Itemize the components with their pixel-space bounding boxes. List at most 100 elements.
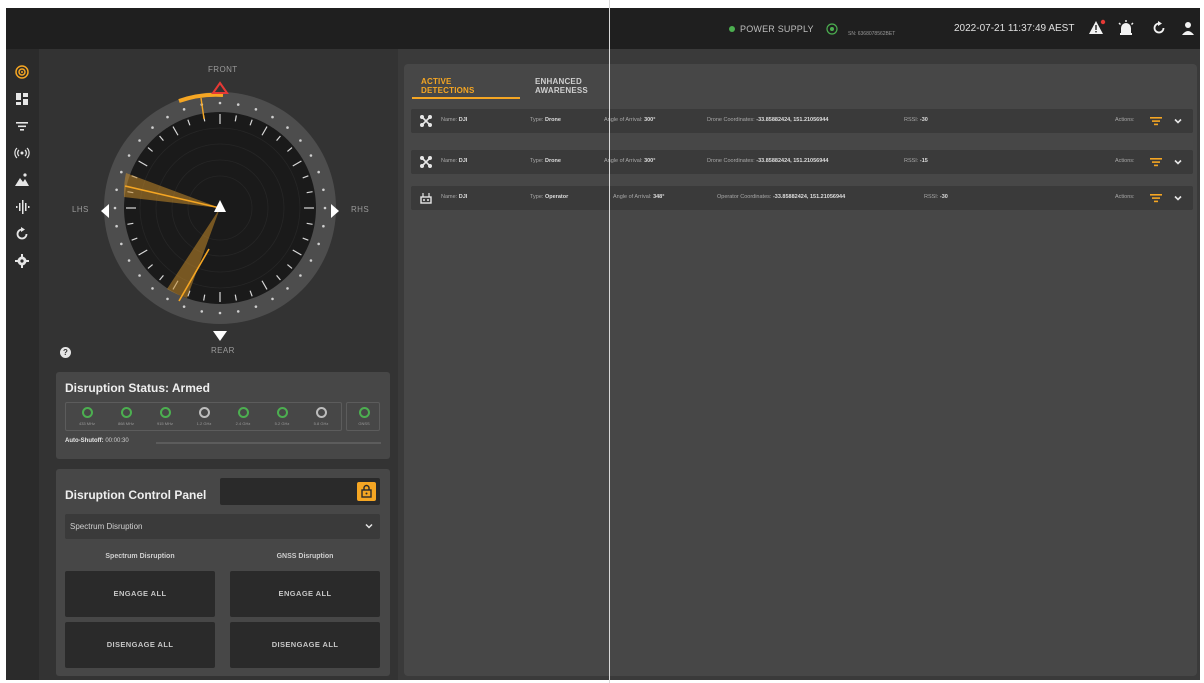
detection-row[interactable]: Name: DJI Type: Drone Angle of Arrival: … [411, 109, 1193, 133]
band-label: 5.2 GHz [274, 421, 290, 426]
filter-icon[interactable] [1150, 157, 1162, 167]
terrain-icon[interactable] [14, 172, 30, 188]
detection-name: Name: DJI [441, 117, 468, 123]
gnss-status-icon [359, 407, 370, 418]
detections-panel: ACTIVE DETECTIONS ENHANCED AWARENESS Nam… [404, 64, 1197, 676]
radar-degree-mark [236, 310, 240, 313]
gnss-disengage-all-button[interactable]: DISENGAGE ALL [230, 622, 380, 668]
lock-button[interactable] [357, 482, 376, 501]
sensor-icon[interactable] [14, 64, 30, 80]
tab-enhanced-awareness[interactable]: ENHANCED AWARENESS [535, 77, 588, 95]
user-icon[interactable] [1179, 19, 1197, 37]
rhs-label: RHS [351, 205, 370, 214]
detection-row[interactable]: Name: DJI Type: Operator Angle of Arriva… [411, 186, 1193, 210]
radar-degree-mark [299, 139, 302, 142]
power-status-dot [729, 25, 735, 32]
chevron-down-icon[interactable] [1173, 116, 1183, 126]
drone-icon [420, 156, 432, 168]
refresh-icon[interactable] [1150, 19, 1168, 37]
radar-degree-mark [151, 287, 154, 290]
dashboard-icon[interactable] [14, 91, 30, 107]
left-panel: FRONT REAR LHS RHS ? Disruption Status: … [39, 49, 398, 680]
filter-icon[interactable] [1150, 116, 1162, 126]
band-status-icon [238, 407, 249, 418]
disruption-mode-select[interactable]: Spectrum Disruption [65, 514, 380, 539]
band-status-icon [121, 407, 132, 418]
band-label: 915 MHz [156, 421, 173, 426]
spectrum-icon[interactable] [14, 199, 30, 215]
settings-icon[interactable] [14, 253, 30, 269]
detection-angle: Angle of Arrival: 300° [604, 158, 656, 164]
chevron-down-icon [365, 523, 373, 529]
band-indicator: 433 MHz [70, 406, 104, 430]
disruption-mode-value: Spectrum Disruption [70, 522, 143, 531]
radar-degree-mark [115, 224, 118, 228]
help-icon[interactable]: ? [60, 347, 71, 358]
band-indicator: 5.2 GHz [265, 406, 299, 430]
radar-degree-mark [286, 287, 289, 290]
detection-rssi: RSSI: -30 [924, 194, 948, 200]
app-window: POWER SUPPLY SN: 6368078562BET 2022-07-2… [6, 8, 1200, 680]
signal-icon[interactable] [14, 145, 30, 161]
detection-type: Type: Operator [530, 194, 569, 200]
divider-line [609, 0, 610, 683]
serial-number: SN: 6368078562BET [848, 30, 896, 37]
control-panel-title: Disruption Control Panel [65, 488, 207, 502]
detection-type: Type: Drone [530, 158, 561, 164]
disruption-status-card: Disruption Status: Armed 433 MHz 868 MHz… [56, 372, 390, 459]
spectrum-engage-all-button[interactable]: ENGAGE ALL [65, 571, 215, 617]
radar-degree-mark [322, 188, 325, 192]
rear-label: REAR [211, 346, 235, 355]
radar-degree-mark [254, 108, 258, 111]
band-status-icon [316, 407, 327, 418]
detection-angle: Angle of Arrival: 348° [613, 194, 665, 200]
radar-degree-mark [166, 115, 169, 119]
band-status-icon [82, 407, 93, 418]
radar-degree-mark [236, 103, 240, 106]
radar-degree-mark [115, 188, 118, 192]
radar-degree-mark [218, 101, 222, 105]
actions-label: Actions: [1115, 194, 1135, 200]
radar-degree-mark [138, 139, 141, 142]
alert-icon[interactable] [1088, 19, 1106, 37]
radar-degree-mark [317, 242, 320, 246]
radar-degree-mark [120, 242, 123, 246]
band-indicator: 1.2 GHz [187, 406, 221, 430]
frequency-band-group: 433 MHz 868 MHz 915 MHz 1.2 GHz 2.4 GHz [65, 402, 342, 431]
band-label: 1.2 GHz [196, 421, 212, 426]
radar-degree-mark [299, 274, 302, 277]
radar-degree-mark [113, 206, 117, 210]
clock: 2022-07-21 11:37:49 AEST [954, 8, 1074, 49]
filter-icon[interactable] [1150, 193, 1162, 203]
radar-degree-mark [182, 305, 186, 308]
tab-active-detections[interactable]: ACTIVE DETECTIONS [421, 77, 475, 95]
detection-rssi: RSSI: -15 [904, 158, 928, 164]
sidebar [6, 49, 39, 680]
chevron-down-icon[interactable] [1173, 193, 1183, 203]
radar-degree-mark [309, 154, 313, 157]
gnss-disruption-heading: GNSS Disruption [276, 553, 334, 560]
radar-degree-mark [182, 108, 186, 111]
alarm-icon[interactable] [1117, 19, 1135, 37]
gnss-engage-all-button[interactable]: ENGAGE ALL [230, 571, 380, 617]
radar-svg [101, 81, 339, 341]
radar-degree-mark [254, 305, 258, 308]
power-supply-label: POWER SUPPLY [740, 23, 814, 34]
band-label: 433 MHz [78, 421, 95, 426]
filter-icon[interactable] [14, 118, 30, 134]
gps-status-icon [826, 22, 838, 35]
band-indicator: 915 MHz [148, 406, 182, 430]
detection-row[interactable]: Name: DJI Type: Drone Angle of Arrival: … [411, 150, 1193, 174]
radar-degree-mark [286, 126, 289, 129]
chevron-down-icon[interactable] [1173, 157, 1183, 167]
disruption-status-title: Disruption Status: Armed [65, 381, 210, 395]
radar-degree-mark [200, 310, 204, 313]
band-indicator: 868 MHz [109, 406, 143, 430]
band-status-icon [199, 407, 210, 418]
refresh-icon[interactable] [14, 226, 30, 242]
actions-label: Actions: [1115, 158, 1135, 164]
auto-shutoff: Auto-Shutoff: 00:00:30 [65, 438, 129, 444]
rear-marker-icon [213, 331, 227, 341]
band-indicator: 2.4 GHz [226, 406, 260, 430]
spectrum-disengage-all-button[interactable]: DISENGAGE ALL [65, 622, 215, 668]
